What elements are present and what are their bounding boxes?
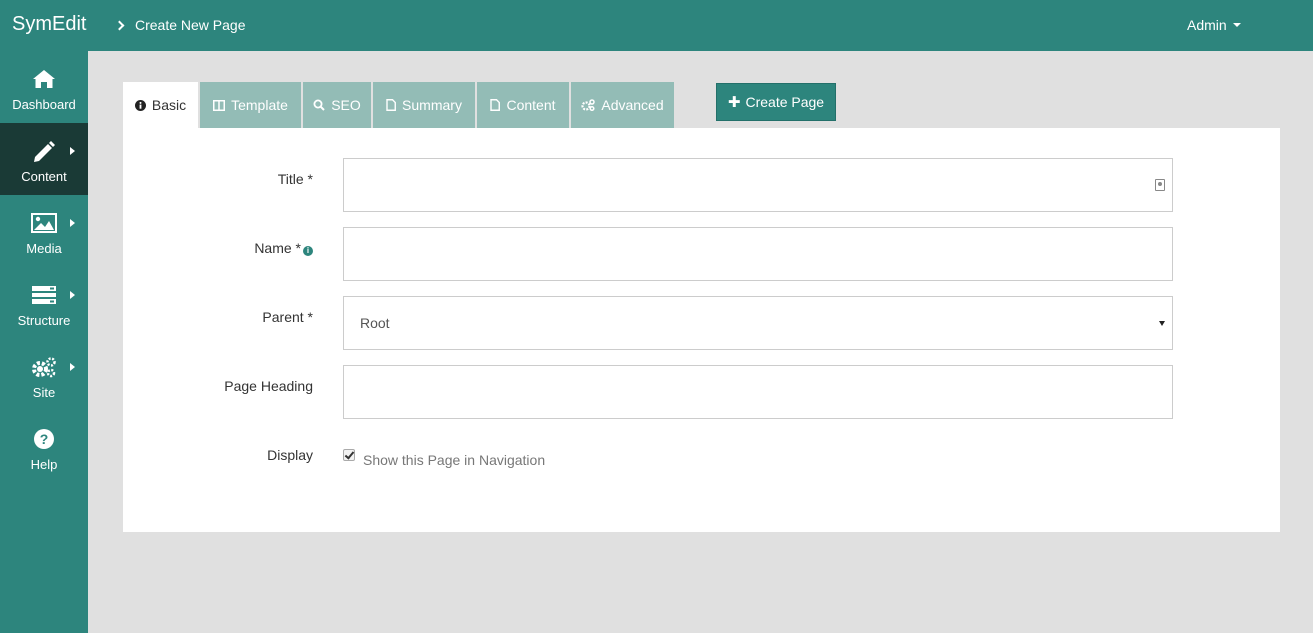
top-bar: SymEdit Create New Page Admin [0, 0, 1313, 51]
file-icon [386, 99, 396, 111]
svg-text:?: ? [40, 431, 49, 447]
page-heading-input[interactable] [343, 365, 1173, 419]
plus-icon: ✚ [727, 94, 741, 111]
sidebar: Dashboard Content Media Structure Site ?… [0, 51, 88, 633]
contact-card-icon [1155, 179, 1165, 191]
breadcrumb-current: Create New Page [135, 17, 246, 33]
parent-select-value: Root [360, 315, 390, 331]
file-icon [490, 99, 501, 111]
pencil-icon [31, 140, 57, 162]
tab-label: Summary [402, 97, 462, 113]
structure-icon [31, 284, 57, 306]
tab-advanced[interactable]: Advanced [571, 82, 674, 128]
columns-icon [213, 99, 226, 111]
tab-label: Advanced [601, 97, 664, 113]
parent-label: Parent * [262, 309, 313, 325]
create-page-button[interactable]: ✚ Create Page [716, 83, 836, 121]
sidebar-item-media[interactable]: Media [0, 195, 88, 267]
parent-select[interactable]: Root [343, 296, 1173, 350]
home-icon [31, 68, 57, 90]
sidebar-item-content[interactable]: Content [0, 123, 88, 195]
create-page-label: Create Page [745, 94, 825, 110]
info-icon [134, 99, 146, 111]
gears-icon [581, 99, 596, 111]
search-icon [313, 99, 325, 111]
tab-seo[interactable]: SEO [303, 82, 371, 128]
info-icon: i [303, 245, 313, 256]
dropdown-arrow-icon [1159, 321, 1165, 326]
caret-down-icon [1232, 23, 1241, 27]
name-input[interactable] [343, 227, 1173, 281]
sidebar-item-label: Help [30, 457, 58, 472]
tab-label: Content [506, 97, 556, 113]
chevron-right-icon [70, 363, 75, 371]
chevron-right-icon [70, 291, 75, 299]
sidebar-item-label: Content [21, 169, 67, 184]
display-label: Display [267, 447, 313, 463]
show-in-navigation-checkbox[interactable] [343, 449, 355, 461]
show-in-navigation-label[interactable]: Show this Page in Navigation [363, 452, 545, 468]
chevron-right-icon [70, 147, 75, 155]
sidebar-item-label: Media [26, 241, 62, 256]
tab-label: SEO [331, 97, 361, 113]
tab-basic[interactable]: Basic [123, 82, 198, 128]
brand-logo[interactable]: SymEdit [12, 13, 86, 36]
title-input[interactable] [343, 158, 1173, 212]
sidebar-item-label: Structure [17, 313, 71, 328]
name-label: Name * [254, 240, 301, 256]
page-heading-label: Page Heading [224, 378, 313, 394]
breadcrumb: Create New Page [114, 17, 246, 33]
sidebar-item-dashboard[interactable]: Dashboard [0, 51, 88, 123]
tab-template[interactable]: Template [200, 82, 301, 128]
user-name: Admin [1187, 17, 1227, 33]
name-help-tooltip[interactable]: i [302, 241, 313, 259]
sidebar-item-label: Site [32, 385, 56, 400]
tab-summary[interactable]: Summary [373, 82, 475, 128]
image-icon [31, 212, 57, 234]
sidebar-item-site[interactable]: Site [0, 339, 88, 411]
sidebar-item-label: Dashboard [12, 97, 76, 112]
sidebar-item-help[interactable]: ? Help [0, 411, 88, 483]
title-label: Title * [277, 171, 313, 187]
sidebar-item-structure[interactable]: Structure [0, 267, 88, 339]
chevron-right-icon [114, 20, 125, 30]
tab-label: Basic [151, 97, 187, 113]
question-icon: ? [31, 428, 57, 450]
gears-icon [31, 356, 57, 378]
tab-label: Template [231, 97, 288, 113]
chevron-right-icon [70, 219, 75, 227]
user-menu[interactable]: Admin [1187, 17, 1241, 33]
tab-content[interactable]: Content [477, 82, 569, 128]
